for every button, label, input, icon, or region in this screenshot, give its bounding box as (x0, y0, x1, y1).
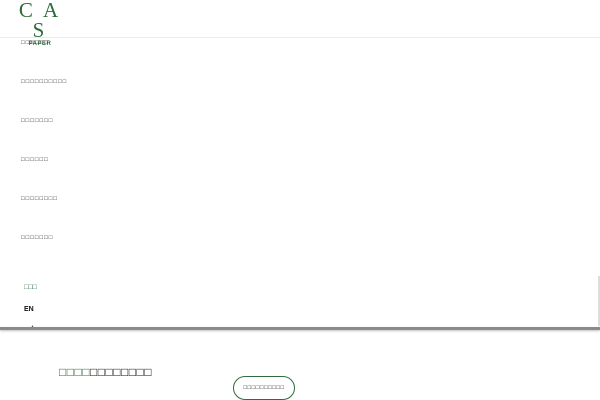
brand-logo[interactable]: C A S PAPER (10, 0, 70, 47)
language-option-en[interactable]: EN (24, 306, 34, 313)
nav-item-2[interactable]: □□□□□□□□□□ (21, 79, 67, 85)
section-divider (0, 327, 600, 330)
page: C A S PAPER □□□□□□ □□□□□□□□□□ □□□□□□□ □□… (0, 0, 600, 400)
nav-item-1[interactable]: □□□□□□ (21, 40, 49, 46)
nav-item-4[interactable]: □□□□□□ (21, 157, 49, 163)
hero-headline-accent: □□□□ (59, 365, 90, 380)
nav-item-6[interactable]: □□□□□□□ (21, 235, 53, 241)
site-header: C A S PAPER (0, 0, 600, 47)
logo-mark: C A S (18, 0, 62, 42)
hero-cta-button[interactable]: □□□□□□□□□□ (233, 376, 295, 400)
nav-item-3[interactable]: □□□□□□□ (21, 118, 53, 124)
hero-headline: □□□□□□□□□□□□ (59, 365, 152, 379)
nav-item-5[interactable]: □□□□□□□□ (21, 196, 58, 202)
hero-headline-rest: □□□□□□□□ (90, 365, 152, 380)
language-option-current[interactable]: □□□ (24, 284, 37, 291)
